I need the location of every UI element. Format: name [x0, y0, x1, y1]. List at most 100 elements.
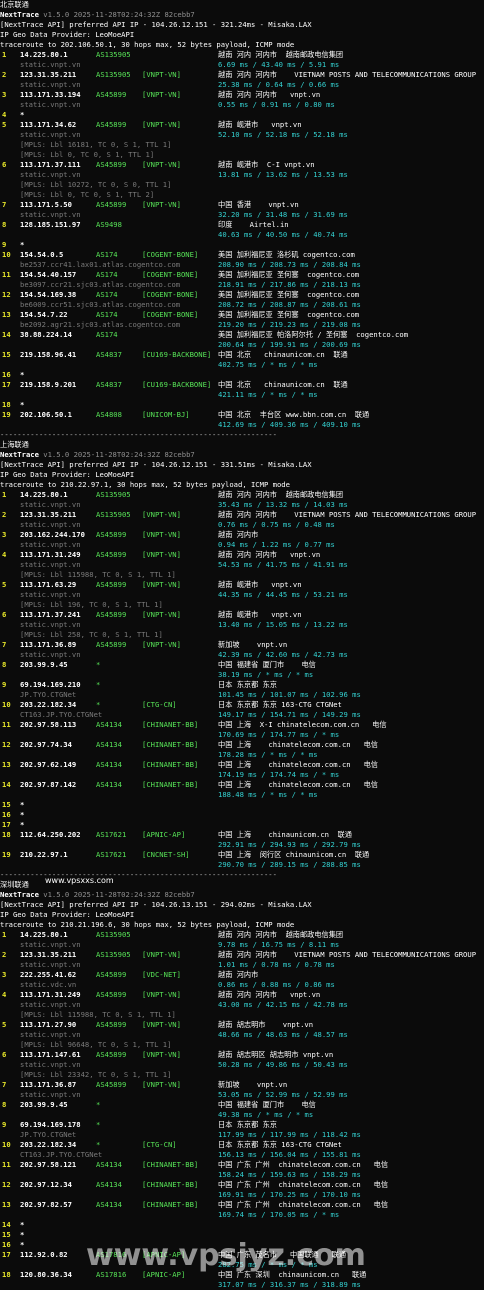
hop-row: 19 210.22.97.1 AS17621 [CNCNET-SH] 中国 上海 闵行区…: [0, 850, 484, 860]
hop-geo: 中国 上海 闵行区 chinaunicom.cn 联通: [218, 850, 370, 859]
traceroute-text: traceroute to 210.21.196.6, 30 hops max,…: [0, 920, 295, 929]
hop-rtt: 48.66 ms / 48.63 ms / 48.57 ms: [218, 1030, 348, 1039]
hop-geo: 日本 东京都 东京: [218, 680, 277, 689]
section-title-text: 深圳联通: [0, 880, 29, 889]
hop-ip: 210.22.97.1: [20, 850, 68, 859]
hop-tag: [VNPT-VN]: [142, 950, 181, 959]
hop-detail-row: 169.74 ms / 170.05 ms / * ms: [0, 1210, 484, 1220]
hop-ip: 120.80.36.34: [20, 1270, 72, 1279]
hop-number: 10: [2, 1140, 11, 1149]
hop-geo: 中国 香港 vnpt.vn: [218, 200, 299, 209]
hop-detail-row: static.vnpt.vn 0.94 ms / 1.22 ms / 0.77 m…: [0, 540, 484, 550]
hop-asn: AS135905: [96, 490, 131, 499]
hop-geo: 越南 河内 河内市 vnpt.vn: [218, 90, 321, 99]
hop-rtt: 170.69 ms / 174.77 ms / * ms: [218, 730, 340, 739]
hop-geo: 中国 北京 chinaunicom.cn 联通: [218, 380, 348, 389]
hop-detail-row: static.vnpt.vn 0.76 ms / 0.75 ms / 0.48 m…: [0, 520, 484, 530]
hop-asn: AS4808: [96, 410, 122, 419]
hop-hostname: [MPLS: Lbl 96648, TC 0, S 1, TTL 1]: [20, 1040, 172, 1049]
hop-tag: [VNPT-VN]: [142, 1080, 181, 1089]
hop-ip: 154.54.7.22: [20, 310, 68, 319]
nexttrace-name: NextTrace: [0, 890, 39, 899]
hop-asn: AS45899: [96, 1080, 127, 1089]
hop-asn: *: [96, 680, 101, 689]
hop-ip: 14.225.80.1: [20, 50, 68, 59]
hop-hostname: static.vnpt.vn: [20, 210, 81, 219]
hop-hostname: static.vnpt.vn: [20, 650, 81, 659]
hop-tag: [VDC-NET]: [142, 970, 181, 979]
hop-asn: AS174: [96, 270, 118, 279]
hop-rtt: 6.69 ms / 43.40 ms / 5.91 ms: [218, 60, 340, 69]
hop-hostname: JP.TYO.CTGNet: [20, 690, 77, 699]
hop-row: 11 154.54.40.157 AS174 [COGENT-BONE] 美国 加利福尼…: [0, 270, 484, 280]
hop-asn: AS4134: [96, 760, 122, 769]
hop-number: 1: [2, 930, 7, 939]
hop-geo: 越南 河内市: [218, 530, 259, 539]
nexttrace-banner: NextTrace v1.5.0 2025-11-28T02:24:32Z 82…: [0, 450, 484, 460]
hop-rtt: 174.19 ms / 174.74 ms / * ms: [218, 770, 340, 779]
hop-asn: AS45899: [96, 530, 127, 539]
hop-row: 5 113.171.34.62 AS45899 [VNPT-VN] 越南 岘港市 vnp…: [0, 120, 484, 130]
hop-tag: [CU169-BACKBONE]: [142, 350, 212, 359]
hop-number: 17: [2, 1250, 11, 1259]
hop-geo: 日本 东京都 东京 163-CTG CTGNet: [218, 700, 342, 709]
hop-row: 4 113.171.31.249 AS45899 [VNPT-VN] 越南 河内 河内市…: [0, 550, 484, 560]
geo-provider-line: IP Geo Data Provider: LeoMoeAPI: [0, 910, 484, 920]
hop-ip: 202.97.62.149: [20, 760, 77, 769]
hop-number: 12: [2, 1180, 11, 1189]
hop-detail-row: be6009.ccr51.sjc03.atlas.cogentco.com 208…: [0, 300, 484, 310]
hop-ip: 112.92.0.82: [20, 1250, 68, 1259]
hop-hostname: static.vnpt.vn: [20, 500, 81, 509]
terminal-output: 北京联通 NextTrace v1.5.0 2025-11-28T02:24:32…: [0, 0, 484, 1289]
hop-tag: [UNICOM-BJ]: [142, 410, 190, 419]
hop-number: 9: [2, 1120, 7, 1129]
hop-number: 2: [2, 510, 7, 519]
hop-tag: [VNPT-VN]: [142, 90, 181, 99]
hop-detail-row: 49.38 ms / * ms / * ms: [0, 1110, 484, 1120]
hop-row: 4 113.171.31.249 AS45899 [VNPT-VN] 越南 河内 河内市…: [0, 990, 484, 1000]
hop-ip: 123.31.35.211: [20, 510, 77, 519]
hop-geo: 越南 胡志明市 vnpt.vn: [218, 1020, 314, 1029]
hop-geo: 中国 上海 chinaunicom.cn 联通: [218, 830, 352, 839]
hop-hostname: [MPLS: Lbl 16181, TC 0, S 1, TTL 1]: [20, 140, 172, 149]
hop-number: 6: [2, 1050, 7, 1059]
nexttrace-version: v1.5.0 2025-11-28T02:24:32Z 82cebb7: [43, 890, 195, 899]
hop-number: 11: [2, 720, 11, 729]
hop-hostname: CT163.JP.TYO.CTGNet: [20, 710, 103, 719]
hop-tag: [VNPT-VN]: [142, 640, 181, 649]
hop-number: 9: [2, 240, 7, 249]
hop-ip: 202.97.74.34: [20, 740, 72, 749]
hop-number: 11: [2, 270, 11, 279]
hop-row: 10 154.54.0.5 AS174 [COGENT-BONE] 美国 加利福尼亚 洛…: [0, 250, 484, 260]
hop-geo: 越南 河内 河内市 VIETNAM POSTS AND TELECOMMUNIC…: [218, 950, 477, 959]
api-text: [NextTrace API] preferred API IP - 104.2…: [0, 900, 312, 909]
hop-row: 18 112.64.250.202 AS17621 [APNIC-AP] 中国 上海 c…: [0, 830, 484, 840]
hop-row: 13 202.97.82.57 AS4134 [CHINANET-BB] 中国 广东 广…: [0, 1200, 484, 1210]
hop-number: 14: [2, 780, 11, 789]
hop-number: 18: [2, 1270, 11, 1279]
hop-ip: 202.106.50.1: [20, 410, 72, 419]
hop-hostname: static.vnpt.vn: [20, 960, 81, 969]
hop-detail-row: 170.69 ms / 174.77 ms / * ms: [0, 730, 484, 740]
hop-hostname: JP.TYO.CTGNet: [20, 1130, 77, 1139]
hop-rtt: 38.19 ms / * ms / * ms: [218, 670, 314, 679]
hop-detail-row: static.vnpt.vn 52.10 ms / 52.18 ms / 52.1…: [0, 130, 484, 140]
hop-hostname: static.vnpt.vn: [20, 170, 81, 179]
hop-rtt: 32.20 ms / 31.48 ms / 31.69 ms: [218, 210, 348, 219]
hop-row: 11 202.97.58.121 AS4134 [CHINANET-BB] 中国 广东 …: [0, 1160, 484, 1170]
hop-number: 8: [2, 1100, 7, 1109]
hop-number: 14: [2, 330, 11, 339]
hop-ip: *: [20, 800, 25, 809]
geo-provider-text: IP Geo Data Provider: LeoMoeAPI: [0, 30, 135, 39]
hop-row: 15 219.158.96.41 AS4837 [CU169-BACKBONE] 中国 …: [0, 350, 484, 360]
hop-rtt: 52.10 ms / 52.18 ms / 52.18 ms: [218, 130, 348, 139]
hop-number: 15: [2, 1230, 11, 1239]
hop-rtt: 54.53 ms / 41.75 ms / 41.91 ms: [218, 560, 348, 569]
hop-geo: 美国 加利福尼亚 洛杉矶 cogentco.com: [218, 250, 355, 259]
hop-rtt: 208.90 ms / 208.73 ms / 208.84 ms: [218, 260, 361, 269]
hop-tag: [VNPT-VN]: [142, 160, 181, 169]
hop-asn: AS45899: [96, 1020, 127, 1029]
hop-ip: 219.158.96.41: [20, 350, 77, 359]
hop-tag: [CNCNET-SH]: [142, 850, 190, 859]
section-title-text: 北京联通: [0, 0, 29, 9]
